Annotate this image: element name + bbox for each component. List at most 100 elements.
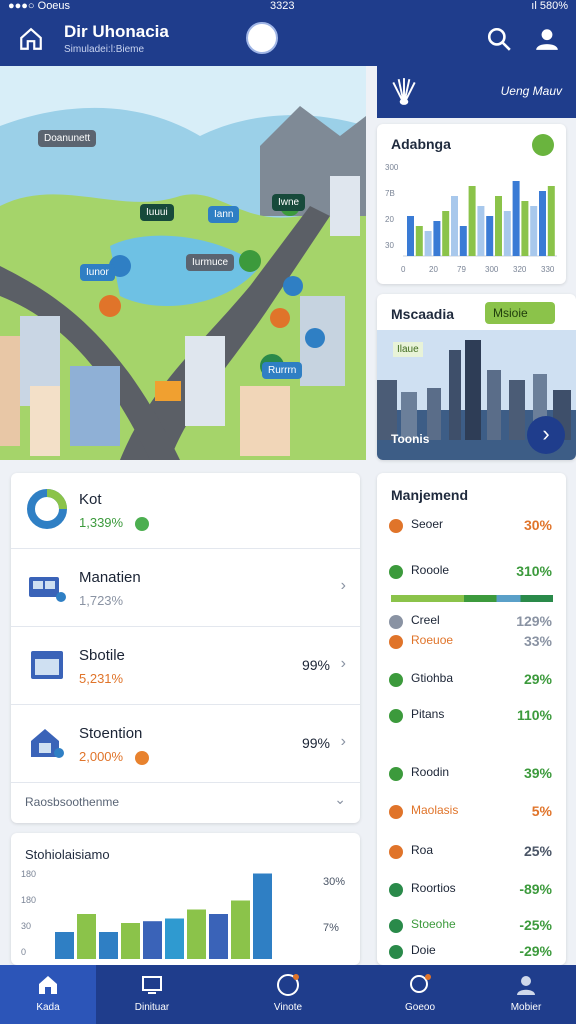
chart-bar (503, 211, 511, 256)
top-header: ●●●○ Ooeus 3323 ıl 580% Dir Uhonacia Sim… (0, 0, 576, 66)
status-icon (389, 615, 403, 629)
chart-bar (77, 914, 96, 959)
list-footer[interactable]: Raosbsoothenme (25, 795, 119, 809)
y-tick-label: 180 (21, 895, 36, 905)
item-name: Manatien (79, 569, 141, 586)
management-value: 33% (523, 633, 552, 649)
management-name: Roodin (411, 765, 450, 779)
battery: ıl 580% (531, 0, 568, 12)
status-icon (389, 519, 403, 533)
chart-bar (253, 873, 272, 959)
chart-bar (424, 231, 432, 256)
promo-card[interactable]: Mscaadia Msioie Ilaue Toonis › (377, 294, 576, 460)
chevron-right-icon[interactable]: › (341, 577, 346, 595)
search-icon[interactable] (486, 26, 512, 52)
map-label[interactable]: Rurrrn (262, 362, 303, 379)
fan-icon (392, 78, 416, 105)
tab-display[interactable]: Dinituar (104, 965, 200, 1024)
bottom-nav: Kada Dinituar Vinote Goeoo Mobier (0, 965, 576, 1024)
bar-chart: 180 180 30 0 30% 7% (21, 869, 345, 959)
compass-icon (277, 974, 299, 996)
status-icon (389, 919, 403, 933)
x-tick-label: 330 (541, 265, 555, 274)
chart-bar (415, 226, 423, 256)
chart-bar (512, 181, 520, 256)
map-label[interactable]: Doanunett (38, 130, 97, 147)
management-value: 5% (531, 803, 552, 819)
chevron-right-icon[interactable]: › (341, 733, 346, 751)
management-name: Seoer (411, 517, 444, 531)
y-tick-label: 300 (385, 163, 399, 172)
list-item[interactable]: Sbotile 5,231% 99% › (11, 629, 360, 705)
x-tick-label: 300 (485, 265, 499, 274)
calendar-icon (31, 651, 63, 679)
y-tick-label: 30 (21, 921, 31, 931)
clock: 3323 (270, 0, 295, 12)
map-label[interactable]: Iunor (80, 264, 115, 281)
home-icon[interactable] (18, 26, 44, 52)
management-name: Gtiohba (411, 671, 454, 685)
management-value: 310% (516, 563, 552, 579)
management-card: Manjemend Seoer 30% Rooole 310% Creel 129% Roe… (377, 473, 566, 965)
x-tick-label: 0 (401, 265, 406, 274)
status-dot (135, 751, 149, 765)
app-title: Dir Uhonacia (64, 22, 169, 41)
chart-bar (209, 914, 228, 959)
promo-button[interactable]: Msioie (485, 302, 555, 324)
donut-icon (27, 489, 67, 529)
bottom-chart-card[interactable]: Stohiolaisiamo 180 180 30 0 30% 7% (11, 833, 360, 965)
chart-bar (55, 932, 74, 959)
chart-bar (143, 921, 162, 959)
list-item[interactable]: Stoention 2,000% 99% › (11, 707, 360, 783)
x-tick-label: 320 (513, 265, 527, 274)
map-label[interactable]: Iuuui (140, 204, 174, 221)
item-name: Stoention (79, 725, 143, 742)
list-item[interactable]: Kot 1,339% (11, 473, 360, 549)
carrier: ●●●○ Ooeus (8, 0, 71, 12)
promo-title: Mscaadia (391, 306, 455, 322)
chart-card[interactable]: Adabnga 300 7B 20 30 0 20 79 300 320 330 (377, 124, 566, 284)
management-name: Doie (411, 943, 436, 957)
map-label[interactable]: Iurmuce (186, 254, 235, 271)
management-title: Manjemend (391, 487, 469, 503)
management-name: Creel (411, 613, 440, 627)
status-bar: ●●●○ Ooeus 3323 ıl 580% (0, 0, 576, 14)
chart-bar (521, 201, 529, 256)
chart-bar (468, 186, 476, 256)
chart-bar (539, 191, 546, 256)
management-value: 29% (523, 671, 552, 687)
tab-profile[interactable]: Mobier (478, 965, 574, 1024)
city-map[interactable]: Doanunett Iuuui Iann Iunor Iurmuce Iwne … (0, 66, 366, 460)
chart-bar (477, 206, 485, 256)
map-label[interactable]: Iann (208, 206, 240, 223)
chart-bar (486, 216, 494, 256)
chart-bar (121, 923, 140, 959)
chart-bar (547, 186, 555, 256)
right-label: 7% (323, 922, 339, 934)
chart-bar (530, 206, 538, 256)
tab-label: Goeoo (404, 1002, 436, 1013)
tab-home[interactable]: Kada (0, 965, 96, 1024)
management-name: Maolasis (411, 803, 459, 817)
management-value: -25% (519, 917, 552, 933)
status-icon (389, 845, 403, 859)
tab-vote[interactable]: Vinote (240, 965, 336, 1024)
item-name: Kot (79, 491, 102, 508)
management-name: Roeuoe (411, 633, 454, 647)
chart-bar (187, 909, 206, 959)
management-name: Roa (411, 843, 434, 857)
item-percent: 99% (301, 735, 330, 751)
status-icon (389, 805, 403, 819)
management-value: -29% (519, 943, 552, 959)
y-tick-label: 7B (385, 189, 395, 198)
chevron-right-icon[interactable]: › (527, 416, 565, 454)
y-tick-label: 0 (21, 947, 26, 957)
chevron-right-icon[interactable]: › (341, 655, 346, 673)
user-icon[interactable] (534, 26, 560, 52)
map-label[interactable]: Iwne (272, 194, 306, 211)
y-tick-label: 30 (385, 241, 394, 250)
list-item[interactable]: Manatien 1,723% › (11, 551, 360, 627)
management-name: Pitans (411, 707, 445, 721)
chevron-down-icon[interactable]: ⌄ (334, 791, 346, 808)
tab-search[interactable]: Goeoo (372, 965, 468, 1024)
